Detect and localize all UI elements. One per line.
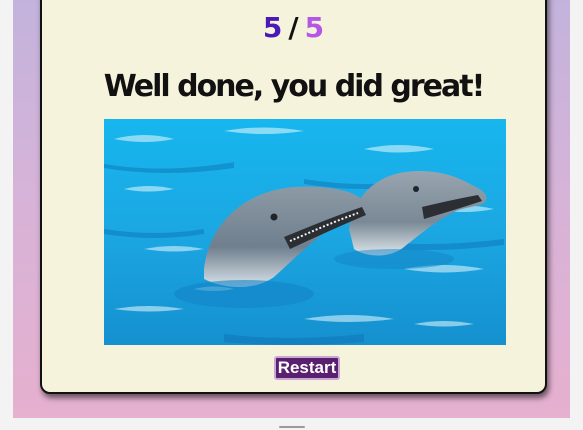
- score-display: 5/5: [42, 11, 545, 45]
- score-correct: 5: [262, 11, 283, 44]
- score-total: 5: [304, 11, 325, 44]
- dolphins-image: [104, 119, 506, 345]
- window-bottom-bar: [0, 418, 583, 430]
- resize-handle-icon[interactable]: [279, 426, 305, 428]
- result-card: 5/5 Well done, you did great! Restart: [40, 0, 547, 394]
- result-message: Well done, you did great!: [103, 69, 486, 104]
- page-background: 5/5 Well done, you did great! Restart: [13, 0, 570, 418]
- vertical-scrollbar[interactable]: [570, 0, 583, 418]
- restart-button[interactable]: Restart: [274, 356, 340, 380]
- score-separator: /: [288, 11, 299, 44]
